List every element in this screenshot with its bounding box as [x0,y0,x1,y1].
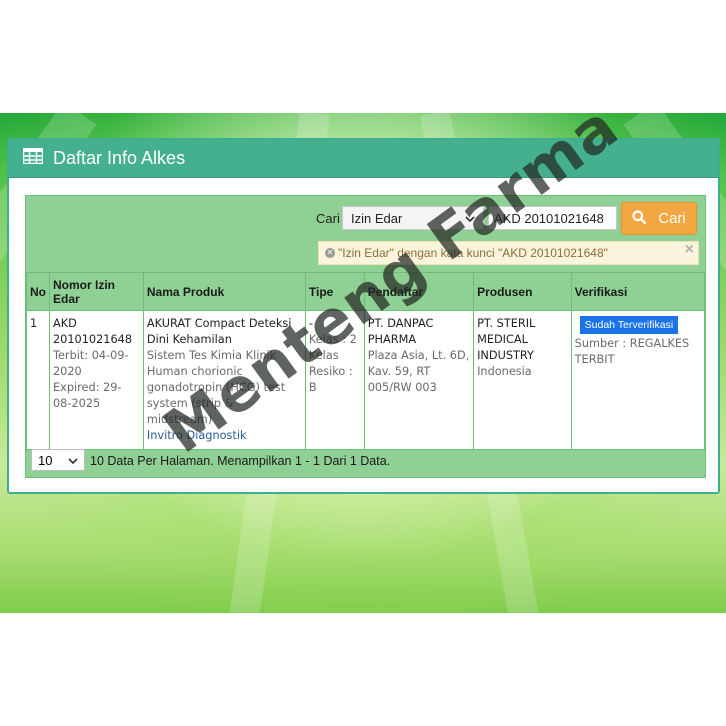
table-icon [22,147,44,169]
tipe-value: - [308,317,313,330]
kategori-produk: Invitro Diagnostik [146,429,247,442]
search-input[interactable] [488,206,617,230]
pendaftar-name: PT. DANPAC PHARMA [367,317,434,346]
panel-header: Daftar Info Alkes [9,140,718,178]
nomor-izin-edar: AKD 20101021648 [53,317,133,346]
search-button[interactable]: Cari [621,202,697,235]
produsen-negara: Indonesia [477,365,532,378]
search-label: Cari [316,211,340,226]
search-field-selected: Izin Edar [351,210,403,226]
cell-tipe: - Kelas : 2 Kelas Resiko : B [304,310,365,450]
column-header[interactable]: No [26,272,50,311]
search-bar: Cari Izin Edar Cari [26,202,705,235]
column-header[interactable]: Tipe [304,272,365,311]
cell-no: 1 [26,310,50,450]
column-header[interactable]: Produsen [473,272,572,311]
kelas-resiko: Kelas : 2 Kelas Resiko : B [308,333,357,394]
pagination-summary: 10 Data Per Halaman. Menampilkan 1 - 1 D… [90,454,391,468]
tanggal-expired: Expired: 29-08-2025 [53,381,122,410]
deskripsi-produk: Sistem Tes Kimia Klinik Human chorionic … [146,349,286,426]
table-row[interactable]: 1 AKD 20101021648 Terbit: 04-09-2020 Exp… [26,310,706,450]
alkes-info-panel: Daftar Info Alkes Cari Izin Edar Cari ✕ … [7,138,720,494]
cell-nama-produk: AKURAT Compact Deteksi Dini Kehamilan Si… [142,310,306,450]
column-header[interactable]: Nama Produk [142,272,306,311]
nama-produk: AKURAT Compact Deteksi Dini Kehamilan [146,317,292,346]
cell-produsen: PT. STERIL MEDICAL INDUSTRY Indonesia [473,310,572,450]
sumber-data: Sumber : REGALKES TERBIT [574,337,690,366]
search-button-label: Cari [658,210,686,227]
search-results-area: Cari Izin Edar Cari ✕ "Izin Edar" dengan… [25,195,706,478]
alert-text: "Izin Edar" dengan kata kunci "AKD 20101… [338,246,608,260]
tanggal-terbit: Terbit: 04-09-2020 [53,349,129,378]
column-header[interactable]: Verifikasi [570,272,706,311]
alkes-table: No Nomor Izin Edar Nama Produk Tipe Pend… [26,272,706,450]
per-page-value: 10 [38,452,53,468]
search-filter-alert: ✕ "Izin Edar" dengan kata kunci "AKD 201… [318,241,699,265]
search-icon [632,209,647,228]
chevron-down-icon [68,453,78,468]
remove-filter-icon[interactable]: ✕ [325,248,335,258]
chevron-down-icon [465,211,475,226]
search-field-select[interactable]: Izin Edar [342,206,484,230]
produsen-name: PT. STERIL MEDICAL INDUSTRY [477,317,536,362]
alert-close-button[interactable]: × [685,241,694,259]
cell-pendaftar: PT. DANPAC PHARMA Plaza Asia, Lt. 6D, Ka… [363,310,475,450]
per-page-select[interactable]: 10 [31,449,85,471]
pendaftar-alamat: Plaza Asia, Lt. 6D, Kav. 59, RT 005/RW 0… [367,349,470,394]
cell-nomor-izin: AKD 20101021648 Terbit: 04-09-2020 Expir… [49,310,144,450]
table-header-row: No Nomor Izin Edar Nama Produk Tipe Pend… [26,272,706,311]
column-header[interactable]: Pendaftar [363,272,475,311]
cell-verifikasi: Sudah Terverifikasi Sumber : REGALKES TE… [570,310,706,450]
verified-badge: Sudah Terverifikasi [579,316,679,334]
panel-title: Daftar Info Alkes [53,148,186,168]
pagination-bar: 10 10 Data Per Halaman. Menampilkan 1 - … [26,446,705,476]
column-header[interactable]: Nomor Izin Edar [49,272,144,311]
